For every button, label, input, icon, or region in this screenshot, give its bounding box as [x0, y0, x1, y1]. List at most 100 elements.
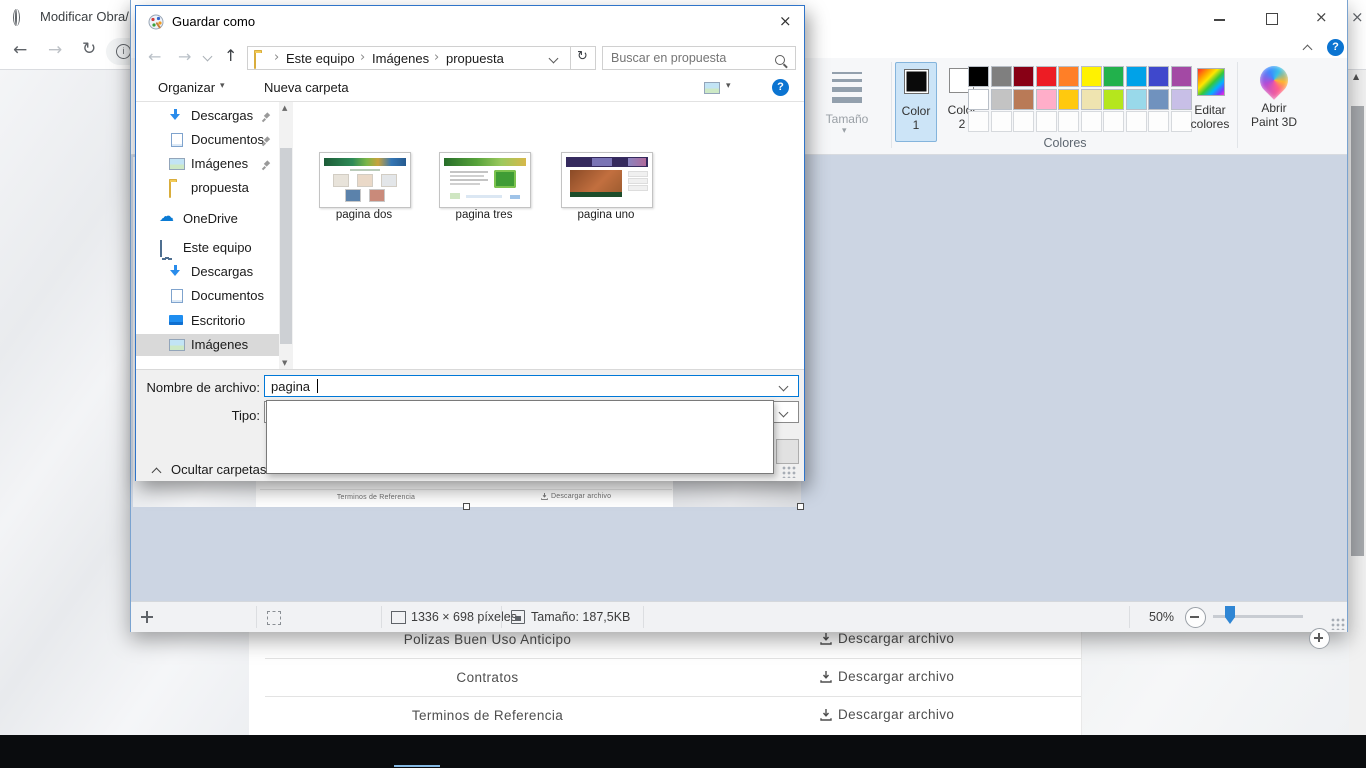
size-button[interactable]: Tamaño ▾	[809, 60, 885, 150]
scrollbar-down-icon[interactable]: ▼	[282, 359, 287, 367]
nav-history-icon[interactable]	[203, 52, 213, 62]
browser-forward-icon[interactable]: →	[48, 40, 62, 60]
sidebar-item-escritorio[interactable]: Escritorio	[136, 310, 279, 332]
sidebar-item-documentos-quick[interactable]: Documentos	[136, 129, 279, 151]
palette-color[interactable]	[1058, 89, 1079, 110]
file-name: pagina tres	[431, 209, 537, 221]
sidebar-item-propuesta[interactable]: propuesta	[136, 177, 279, 199]
palette-empty-slot[interactable]	[1081, 111, 1102, 132]
browser-close-icon[interactable]: ×	[1351, 8, 1364, 26]
filename-input[interactable]: pagina	[264, 375, 799, 397]
breadcrumb[interactable]: › Este equipo › Imágenes › propuesta	[247, 46, 571, 70]
sidebar-item-onedrive[interactable]: ☁ OneDrive	[136, 208, 279, 230]
palette-color[interactable]	[1103, 89, 1124, 110]
palette-color[interactable]	[1013, 89, 1034, 110]
breadcrumb-dropdown-icon[interactable]	[549, 54, 559, 64]
palette-color[interactable]	[1126, 66, 1147, 87]
palette-color[interactable]	[1103, 66, 1124, 87]
palette-empty-slot[interactable]	[1126, 111, 1147, 132]
filename-dropdown-icon[interactable]	[779, 382, 789, 392]
new-folder-button[interactable]: Nueva carpeta	[264, 80, 349, 95]
palette-empty-slot[interactable]	[1058, 111, 1079, 132]
download-link[interactable]: Descargar archivo	[820, 707, 954, 722]
selection-handle-bottom-right[interactable]	[797, 503, 804, 510]
minimize-button[interactable]	[1193, 0, 1245, 37]
sidebar-item-este-equipo[interactable]: Este equipo	[136, 237, 279, 259]
palette-color[interactable]	[1036, 89, 1057, 110]
dialog-resize-grip[interactable]	[782, 466, 796, 478]
color1-button[interactable]: Color 1	[895, 62, 937, 142]
nav-forward-icon[interactable]: →	[178, 47, 191, 66]
zoom-slider-thumb[interactable]	[1225, 606, 1235, 624]
file-item-pagina-dos[interactable]: pagina dos	[319, 152, 411, 224]
view-mode-dropdown-icon[interactable]: ▾	[726, 81, 731, 91]
scrollbar-thumb[interactable]	[1351, 106, 1364, 556]
palette-color[interactable]	[1126, 89, 1147, 110]
zoom-in-button[interactable]	[1309, 628, 1330, 649]
palette-color[interactable]	[991, 66, 1012, 87]
browser-reload-icon[interactable]: ↻	[82, 39, 96, 59]
palette-color[interactable]	[1081, 66, 1102, 87]
dialog-button-partial[interactable]	[776, 439, 799, 464]
browser-back-icon[interactable]: ←	[13, 40, 27, 60]
palette-color[interactable]	[1013, 66, 1034, 87]
palette-color[interactable]	[1148, 89, 1169, 110]
view-mode-icon[interactable]	[704, 82, 720, 94]
nav-up-icon[interactable]: ↑	[224, 46, 237, 65]
organize-menu[interactable]: Organizar	[158, 80, 215, 95]
palette-color[interactable]	[968, 66, 989, 87]
canvas-download-item: Descargar archivo	[541, 493, 611, 500]
breadcrumb-segment[interactable]: Imágenes	[372, 51, 429, 66]
sidebar-item-imagenes-pc[interactable]: Imágenes	[136, 334, 279, 356]
breadcrumb-segment[interactable]: Este equipo	[286, 51, 355, 66]
palette-color[interactable]	[1148, 66, 1169, 87]
scrollbar-thumb[interactable]	[280, 148, 292, 344]
dialog-title-bar[interactable]: Guardar como ×	[136, 6, 804, 38]
maximize-button[interactable]	[1245, 0, 1297, 37]
palette-empty-slot[interactable]	[1036, 111, 1057, 132]
onedrive-cloud-icon: ☁	[159, 207, 174, 225]
hide-folders-button[interactable]: Ocultar carpetas	[149, 462, 279, 480]
palette-color[interactable]	[991, 89, 1012, 110]
sidebar-scrollbar[interactable]: ▲ ▼	[279, 102, 293, 369]
collapse-ribbon-icon[interactable]	[1303, 45, 1313, 55]
breadcrumb-segment[interactable]: propuesta	[446, 51, 504, 66]
file-item-pagina-tres[interactable]: pagina tres	[439, 152, 531, 224]
edit-colors-button[interactable]: Editar colores	[1187, 62, 1233, 146]
filetype-dropdown-list[interactable]	[266, 400, 774, 474]
sidebar-item-descargas-pc[interactable]: Descargas	[136, 261, 279, 283]
palette-color[interactable]	[1058, 66, 1079, 87]
sidebar-item-descargas-quick[interactable]: Descargas	[136, 105, 279, 127]
palette-color[interactable]	[968, 89, 989, 110]
download-link[interactable]: Descargar archivo	[820, 631, 954, 646]
open-paint3d-button[interactable]: Abrir Paint 3D	[1243, 60, 1305, 150]
close-button[interactable]: ×	[1297, 0, 1347, 37]
nav-back-icon[interactable]: ←	[148, 47, 161, 66]
palette-empty-slot[interactable]	[1148, 111, 1169, 132]
page-info-icon[interactable]: i	[116, 44, 131, 59]
search-icon[interactable]	[775, 55, 785, 65]
file-item-pagina-uno[interactable]: pagina uno	[561, 152, 653, 224]
palette-empty-slot[interactable]	[991, 111, 1012, 132]
sidebar-item-imagenes-quick[interactable]: Imágenes	[136, 153, 279, 175]
download-link[interactable]: Descargar archivo	[820, 669, 954, 684]
search-box[interactable]: Buscar en propuesta	[602, 46, 796, 70]
window-resize-grip[interactable]	[1331, 618, 1345, 630]
dialog-close-button[interactable]: ×	[766, 6, 804, 38]
refresh-button[interactable]: ↻	[570, 46, 596, 70]
palette-color[interactable]	[1081, 89, 1102, 110]
palette-color[interactable]	[1036, 66, 1057, 87]
selection-handle-bottom-middle[interactable]	[463, 503, 470, 510]
page-scrollbar[interactable]: ▲	[1349, 70, 1366, 735]
zoom-out-button[interactable]	[1185, 607, 1206, 628]
download-icon	[820, 633, 832, 645]
sidebar-item-documentos-pc[interactable]: Documentos	[136, 285, 279, 307]
palette-empty-slot[interactable]	[1103, 111, 1124, 132]
help-icon[interactable]: ?	[1327, 39, 1344, 56]
palette-empty-slot[interactable]	[968, 111, 989, 132]
scrollbar-up-icon[interactable]: ▲	[282, 104, 287, 112]
filetype-dropdown-icon[interactable]	[779, 408, 789, 418]
dialog-help-icon[interactable]: ?	[772, 79, 789, 96]
palette-empty-slot[interactable]	[1013, 111, 1034, 132]
scrollbar-up-icon[interactable]: ▲	[1353, 72, 1359, 81]
